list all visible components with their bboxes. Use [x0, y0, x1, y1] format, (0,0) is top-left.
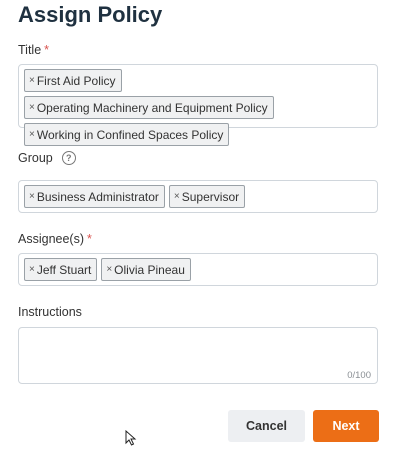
page-title: Assign Policy [18, 2, 163, 27]
chip-operating-machinery-policy: × Operating Machinery and Equipment Poli… [24, 96, 274, 119]
chip-label: First Aid Policy [36, 73, 116, 88]
chip-supervisor: × Supervisor [168, 185, 246, 208]
mouse-cursor-icon [125, 430, 137, 446]
help-icon[interactable]: ? [61, 151, 76, 165]
chip-label: Working in Confined Spaces Policy [36, 127, 224, 142]
assignees-label-text: Assignee(s) [18, 232, 84, 246]
close-icon[interactable]: × [29, 129, 35, 140]
close-icon[interactable]: × [29, 191, 35, 202]
close-icon[interactable]: × [29, 102, 35, 113]
chip-business-administrator: × Business Administrator [24, 185, 165, 208]
title-label-text: Title [18, 43, 42, 57]
close-icon[interactable]: × [29, 75, 35, 86]
instructions-label-text: Instructions [18, 305, 82, 319]
close-icon[interactable]: × [106, 264, 112, 275]
character-counter: 0/100 [347, 370, 371, 381]
title-chip-list: × First Aid Policy × Operating Machinery… [24, 69, 372, 150]
chip-label: Business Administrator [36, 189, 159, 204]
group-chip-list: × Business Administrator × Supervisor [24, 185, 372, 212]
required-marker: * [87, 232, 92, 246]
assignees-chip-list: × Jeff Stuart × Olivia Pineau [24, 258, 372, 285]
group-label-text: Group [18, 151, 53, 165]
chip-jeff-stuart: × Jeff Stuart [24, 258, 98, 281]
group-multiselect[interactable]: × Business Administrator × Supervisor [18, 180, 378, 213]
assignees-field-label: Assignee(s) * [18, 232, 92, 246]
instructions-field-label: Instructions [18, 305, 82, 319]
chip-first-aid-policy: × First Aid Policy [24, 69, 122, 92]
chip-label: Supervisor [181, 189, 240, 204]
title-field-label: Title * [18, 43, 49, 57]
group-field-label: Group ? [18, 151, 76, 165]
chip-label: Operating Machinery and Equipment Policy [36, 100, 268, 115]
title-multiselect[interactable]: × First Aid Policy × Operating Machinery… [18, 64, 378, 146]
chip-label: Jeff Stuart [36, 262, 92, 277]
chip-olivia-pineau: × Olivia Pineau [101, 258, 191, 281]
close-icon[interactable]: × [174, 191, 180, 202]
cancel-button[interactable]: Cancel [228, 410, 305, 442]
next-button[interactable]: Next [313, 410, 379, 442]
chip-label: Olivia Pineau [114, 262, 185, 277]
assignees-multiselect[interactable]: × Jeff Stuart × Olivia Pineau [18, 253, 378, 286]
instructions-textarea[interactable]: 0/100 [18, 327, 378, 384]
close-icon[interactable]: × [29, 264, 35, 275]
chip-confined-spaces-policy: × Working in Confined Spaces Policy [24, 123, 230, 146]
required-marker: * [44, 43, 50, 57]
